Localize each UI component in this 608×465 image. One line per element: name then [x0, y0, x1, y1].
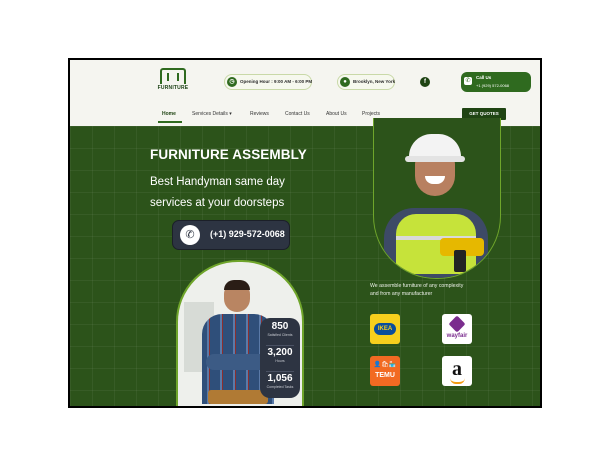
call-us-label: Call Us: [476, 75, 492, 80]
worker-hair: [224, 280, 250, 290]
nav-about-us[interactable]: About Us: [326, 111, 347, 117]
temu-wordmark: TEMU: [375, 372, 395, 379]
stat-value: 3,200: [267, 347, 293, 358]
hero-subtitle: Best Handyman same day services at your …: [150, 172, 285, 214]
hero-phone-button[interactable]: ✆ (+1) 929-572-0068: [172, 220, 290, 250]
stat-satisfied-clients: 850 Satisfied Clients: [260, 321, 300, 337]
stat-label: Completed Tasks: [266, 385, 294, 389]
worker-with-drill-card: [373, 118, 501, 279]
amazon-glyph: a: [452, 358, 462, 380]
opening-hours-text: Opening Hour : 9:00 AM - 6:00 PM: [240, 79, 313, 84]
stat-label: Satisfied Clients: [267, 333, 293, 337]
hero-subtitle-line-1: Best Handyman same day: [150, 176, 285, 188]
clock-icon: ◷: [227, 77, 237, 87]
drill-handle: [454, 250, 466, 272]
location-text: Brooklyn, New York: [353, 79, 396, 84]
nav-contact-us[interactable]: Contact Us: [285, 111, 310, 117]
hero-subtitle-line-2: services at your doorsteps: [150, 197, 285, 209]
facebook-icon[interactable]: f: [420, 77, 430, 87]
nav-projects[interactable]: Projects: [362, 111, 380, 117]
temu-icons: 👤🛍🏪: [373, 362, 397, 368]
site-logo[interactable]: FURNITURE: [156, 68, 190, 96]
opening-hours: ◷ Opening Hour : 9:00 AM - 6:00 PM: [224, 74, 312, 90]
ikea-wordmark: IKEA: [374, 323, 396, 335]
manufacturer-intro: We assemble furniture of any complexity …: [370, 282, 490, 298]
temu-logo: 👤🛍🏪 TEMU: [370, 356, 400, 386]
stats-panel: 850 Satisfied Clients 3,200 Hours 1,056 …: [260, 318, 300, 398]
hard-hat-brim: [405, 156, 465, 162]
manufacturer-intro-line-2: and from any manufacturer: [370, 291, 433, 297]
wayfair-wordmark: wayfair: [446, 333, 468, 339]
map-pin-icon: ●: [340, 77, 350, 87]
wayfair-logo: wayfair: [442, 314, 472, 344]
stat-completed-tasks: 1,056 Completed Tasks: [260, 373, 300, 389]
chevron-down-icon: ▾: [229, 111, 232, 117]
manufacturer-intro-line-1: We assemble furniture of any complexity: [370, 283, 464, 289]
stat-value: 1,056: [267, 373, 293, 384]
phone-icon: ✆: [180, 225, 200, 245]
stat-divider: [266, 345, 294, 346]
site-header: FURNITURE ◷ Opening Hour : 9:00 AM - 6:0…: [70, 60, 540, 126]
nav-active-underline: [158, 121, 182, 123]
phone-icon: ✆: [464, 77, 472, 85]
logo-icon: [160, 68, 186, 84]
tool-belt: [208, 390, 268, 404]
call-us-button[interactable]: ✆ Call Us +1 (929) 572-0068: [461, 72, 531, 92]
ikea-logo: IKEA: [370, 314, 400, 344]
hero-phone-number: (+1) 929-572-0068: [210, 229, 285, 239]
nav-home[interactable]: Home: [162, 111, 176, 117]
stat-value: 850: [271, 321, 289, 332]
location: ● Brooklyn, New York: [337, 74, 395, 90]
nav-reviews[interactable]: Reviews: [250, 111, 269, 117]
stat-hours: 3,200 Hours: [260, 347, 300, 363]
stat-label: Hours: [275, 359, 285, 363]
call-us-number: +1 (929) 572-0068: [476, 83, 510, 88]
wayfair-glyph-icon: [448, 315, 466, 333]
nav-services-label: Services Details: [192, 111, 228, 117]
stat-divider: [266, 371, 294, 372]
website: FURNITURE ◷ Opening Hour : 9:00 AM - 6:0…: [70, 60, 540, 406]
hero-title: FURNITURE ASSEMBLY: [150, 147, 307, 162]
amazon-smile-icon: [450, 378, 465, 384]
nav-services-details[interactable]: Services Details ▾: [192, 111, 232, 117]
amazon-logo: a: [442, 356, 472, 386]
logo-text: FURNITURE: [157, 85, 189, 91]
